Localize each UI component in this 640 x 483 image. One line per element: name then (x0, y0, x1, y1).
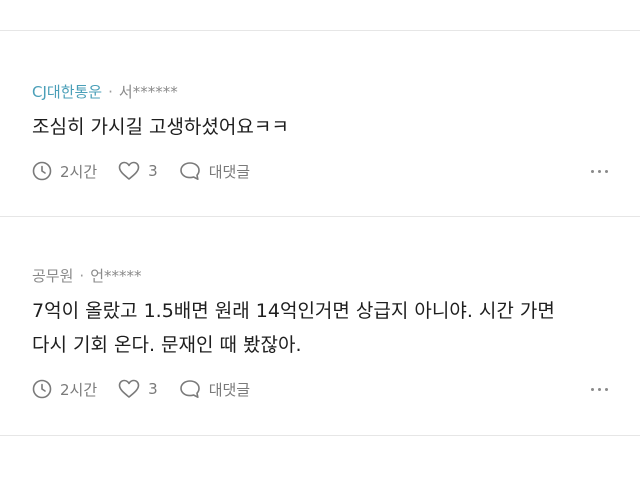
comment-divider (0, 216, 640, 217)
like-count: 3 (148, 380, 158, 398)
time-label: 2시간 (60, 162, 98, 181)
more-horizontal-icon[interactable] (591, 166, 608, 177)
comment-text: 조심히 가시길 고생하셨어요ㅋㅋ (32, 116, 289, 138)
comment-actions: 2시간 3 대댓글 (32, 158, 608, 184)
clock-icon (32, 161, 52, 181)
bottom-divider (0, 435, 640, 436)
time-label: 2시간 (60, 380, 98, 399)
heart-icon (118, 379, 140, 398)
top-divider (0, 30, 640, 31)
comment-meta: 공무원 · 언***** (32, 265, 142, 286)
time-stamp: 2시간 (32, 379, 97, 400)
like-button[interactable]: 3 (118, 379, 158, 399)
company-name[interactable]: CJ대한통운 (32, 81, 102, 102)
company-name[interactable]: 공무원 (32, 265, 73, 286)
time-stamp: 2시간 (32, 161, 97, 182)
like-button[interactable]: 3 (118, 161, 158, 181)
speech-bubble-icon (179, 162, 200, 180)
heart-icon (118, 161, 140, 180)
speech-bubble-icon (179, 380, 200, 398)
clock-icon (32, 379, 52, 399)
reply-button[interactable]: 대댓글 (179, 161, 250, 182)
comment-text: 7억이 올랐고 1.5배면 원래 14억인거면 상급지 아니야. 시간 가면 다… (32, 300, 555, 356)
comment-actions: 2시간 3 대댓글 (32, 376, 608, 402)
comment-meta: CJ대한통운 · 서****** (32, 81, 178, 102)
meta-separator: · (108, 82, 113, 101)
meta-separator: · (79, 266, 85, 285)
reply-label: 대댓글 (208, 380, 251, 399)
user-name: 서****** (118, 83, 178, 101)
more-horizontal-icon[interactable] (591, 384, 608, 395)
reply-button[interactable]: 대댓글 (179, 379, 250, 400)
reply-label: 대댓글 (208, 162, 251, 181)
like-count: 3 (148, 162, 158, 180)
user-name: 언***** (90, 267, 142, 285)
